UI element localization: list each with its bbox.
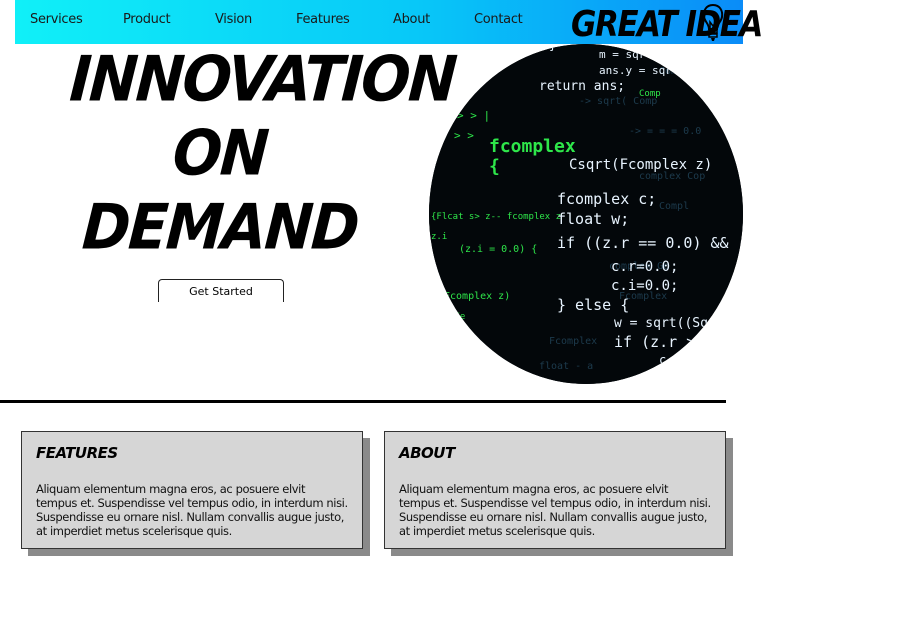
nav-item-about[interactable]: About xyxy=(393,12,430,27)
svg-text:Compl: Compl xyxy=(659,201,689,212)
svg-text:} else {: } else { xyxy=(557,296,629,314)
svg-text:c.r=0.0;: c.r=0.0; xyxy=(611,259,678,275)
svg-text:{Flcat s> z-- fcomplex z: {Flcat s> z-- fcomplex z xyxy=(431,212,561,222)
nav-item-services[interactable]: Services xyxy=(30,12,83,27)
svg-text:(z.i = 0.0) {: (z.i = 0.0) { xyxy=(459,244,537,255)
card-title: ABOUT xyxy=(399,444,455,462)
svg-text:if ((z.r == 0.0) && (z.i == 0.: if ((z.r == 0.0) && (z.i == 0.0) xyxy=(557,234,743,252)
svg-text:c.i=0.0;: c.i=0.0; xyxy=(611,278,678,294)
svg-text:float - a: float - a xyxy=(539,361,593,372)
svg-text:float w;: float w; xyxy=(557,210,629,228)
code-screen-image: -> sqrt( Comp -> = = = 0.0 complex Cop C… xyxy=(429,44,743,384)
svg-text:Fcomplex z): Fcomplex z) xyxy=(444,291,510,302)
svg-text:Fcomplex: Fcomplex xyxy=(549,336,597,347)
logo-text: GREAT IDEA xyxy=(571,4,763,46)
svg-text:return ans;: return ans; xyxy=(539,79,625,94)
code-screen-graphic: -> sqrt( Comp -> = = = 0.0 complex Cop C… xyxy=(429,44,743,384)
svg-text:}: } xyxy=(549,44,556,52)
svg-text:Csqrt(Fcomplex z): Csqrt(Fcomplex z) xyxy=(569,157,712,173)
svg-text:{: { xyxy=(489,156,500,177)
features-card: FEATURES Aliquam elementum magna eros, a… xyxy=(21,431,363,549)
card-body: Aliquam elementum magna eros, ac posuere… xyxy=(36,482,348,538)
headline-line: INNOVATION xyxy=(67,42,458,116)
hero-headline: INNOVATION ON DEMAND xyxy=(67,42,458,264)
card-title: FEATURES xyxy=(36,444,118,462)
svg-text:> > |: > > | xyxy=(457,109,490,122)
svg-text:if (z.r >= 0.0): if (z.r >= 0.0) xyxy=(614,333,743,351)
svg-text:ans.y = sqrt(: ans.y = sqrt( xyxy=(599,64,685,77)
lightbulb-icon xyxy=(702,3,724,41)
svg-text:#Fe: #Fe xyxy=(449,312,465,322)
top-navbar: Services Product Vision Features About C… xyxy=(15,0,763,45)
section-divider xyxy=(0,400,726,403)
about-card: ABOUT Aliquam elementum magna eros, ac p… xyxy=(384,431,726,549)
svg-text:c.r: c.r xyxy=(659,353,681,367)
nav-item-product[interactable]: Product xyxy=(123,12,171,27)
svg-text:> >: > > xyxy=(454,129,474,142)
svg-text:m = sqrt(: m = sqrt( xyxy=(599,48,659,61)
svg-text:- z : z : :: - z : z : : xyxy=(439,356,505,367)
headline-line: DEMAND xyxy=(80,190,360,264)
headline-line: ON xyxy=(170,116,270,190)
logo[interactable]: GREAT IDEA xyxy=(571,2,763,45)
svg-text:fcomplex c;: fcomplex c; xyxy=(557,190,656,208)
nav-item-features[interactable]: Features xyxy=(296,12,350,27)
nav-item-vision[interactable]: Vision xyxy=(215,12,252,27)
card-body: Aliquam elementum magna eros, ac posuere… xyxy=(399,482,711,538)
get-started-button[interactable]: Get Started xyxy=(158,279,284,302)
svg-text:-> = = = 0.0: -> = = = 0.0 xyxy=(629,126,701,137)
nav-item-contact[interactable]: Contact xyxy=(474,12,523,27)
svg-text:Comp: Comp xyxy=(639,89,661,99)
svg-text:fcomplex: fcomplex xyxy=(489,136,576,157)
svg-text:w = sqrt((Sqrt(fabs: w = sqrt((Sqrt(fabs xyxy=(614,316,743,331)
svg-text:z.i: z.i xyxy=(431,232,447,242)
